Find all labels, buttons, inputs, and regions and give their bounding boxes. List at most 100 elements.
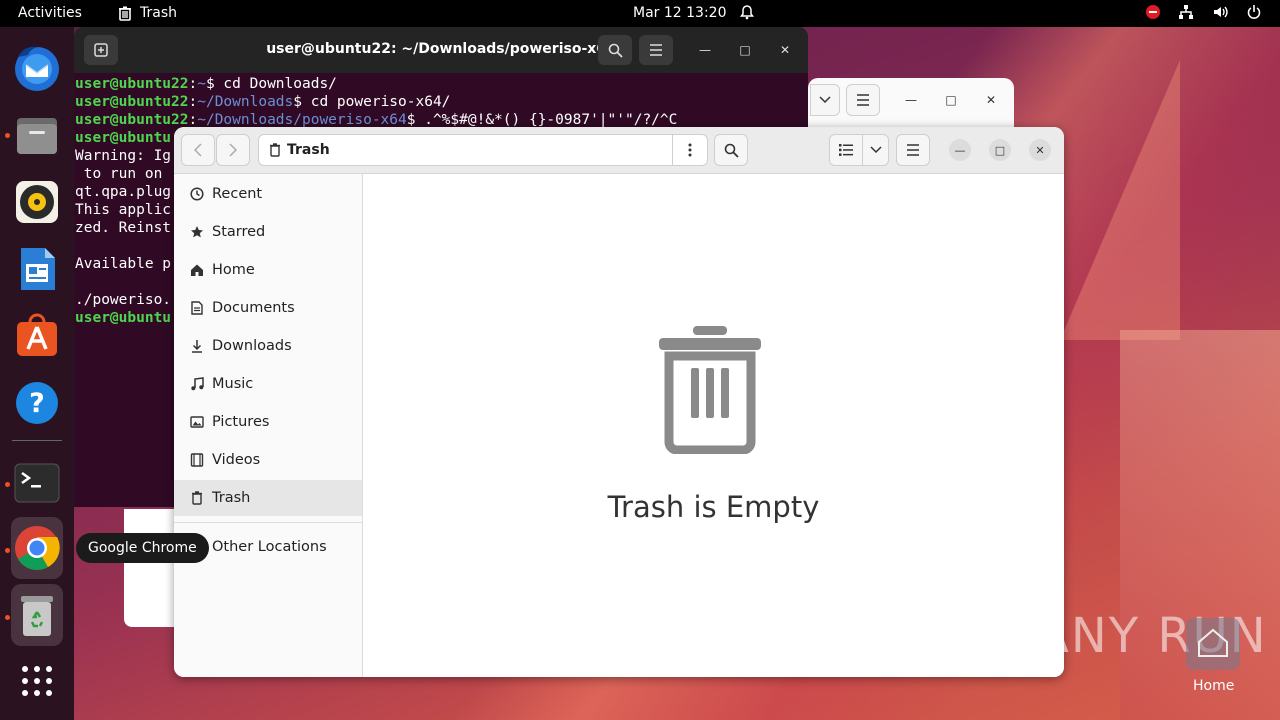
maximize-button[interactable]: □: [734, 39, 756, 61]
app-center-icon: [17, 313, 57, 356]
dock-help[interactable]: ?: [11, 377, 63, 429]
dock-files[interactable]: [11, 109, 63, 161]
minimize-icon: —: [905, 93, 917, 107]
close-icon: ✕: [779, 43, 791, 57]
files-window[interactable]: Trash — □ ✕ Recent Starred Home Document…: [174, 127, 1064, 677]
command-text: $ cd poweriso-x64/: [293, 94, 451, 110]
sidebar-item-starred[interactable]: Starred: [174, 214, 362, 250]
terminal-line: user@ubuntu22:~/Downloads$ cd poweriso-x…: [75, 94, 451, 110]
chevron-down-icon: [869, 146, 882, 154]
running-indicator: [5, 615, 10, 620]
terminal-line: user@ubuntu22:~$ cd Downloads/: [75, 76, 337, 92]
activities-button[interactable]: Activities: [18, 5, 82, 21]
search-icon: [608, 43, 623, 58]
minimize-button[interactable]: —: [900, 89, 922, 111]
running-indicator: [5, 133, 10, 138]
view-options-button[interactable]: [862, 134, 889, 166]
show-apps-button[interactable]: [11, 655, 63, 707]
chevron-left-icon: [194, 143, 202, 157]
prompt-user: user@ubuntu22: [75, 94, 189, 110]
minimize-button[interactable]: —: [694, 39, 716, 61]
file-view[interactable]: Trash is Empty: [363, 174, 1064, 677]
search-button[interactable]: [598, 35, 632, 65]
places-sidebar: Recent Starred Home Documents Downloads …: [174, 174, 363, 677]
path-crumb[interactable]: Trash: [259, 142, 672, 158]
sidebar-item-pictures[interactable]: Pictures: [174, 404, 362, 440]
list-view-button[interactable]: [829, 134, 863, 166]
close-button[interactable]: ✕: [980, 89, 1002, 111]
sidebar-item-music[interactable]: Music: [174, 366, 362, 402]
sidebar-item-label: Home: [212, 262, 255, 278]
svg-text:?: ?: [29, 388, 45, 419]
sidebar-item-recent[interactable]: Recent: [174, 176, 362, 212]
app-name: Trash: [140, 5, 177, 21]
prompt-user: user@ubuntu: [75, 130, 172, 146]
path-bar[interactable]: Trash: [258, 134, 708, 166]
rhythmbox-icon: [16, 181, 58, 223]
prompt-user: user@ubuntu22: [75, 76, 189, 92]
maximize-button[interactable]: □: [989, 139, 1011, 161]
music-icon: [191, 377, 204, 391]
sidebar-item-downloads[interactable]: Downloads: [174, 328, 362, 364]
sidebar-item-label: Music: [212, 376, 254, 392]
command-text: $ cd Downloads/: [205, 76, 337, 92]
dock-rhythmbox[interactable]: [11, 176, 63, 228]
close-icon: ✕: [1035, 143, 1045, 157]
sidebar-item-home[interactable]: Home: [174, 252, 362, 288]
dock-app-center[interactable]: [11, 310, 63, 362]
bell-icon[interactable]: [739, 4, 755, 24]
list-view-icon: [839, 144, 853, 156]
path-menu-button[interactable]: [672, 135, 707, 165]
sidebar-item-documents[interactable]: Documents: [174, 290, 362, 326]
menu-button[interactable]: [846, 84, 880, 116]
dock-libreoffice-writer[interactable]: [11, 243, 63, 295]
view-options-button[interactable]: [810, 84, 840, 116]
sidebar-item-label: Pictures: [212, 414, 270, 430]
libreoffice-writer-icon: [21, 248, 55, 290]
desktop-home-icon[interactable]: [1186, 618, 1240, 670]
video-icon: [190, 453, 204, 467]
sidebar-item-label: Recent: [212, 186, 263, 202]
minimize-button[interactable]: —: [949, 139, 971, 161]
command-text: $ .^%$#@!&*() {}-0987'|"'"/?/^C: [406, 112, 678, 128]
main-menu-button[interactable]: [896, 134, 930, 166]
trash-icon: [192, 491, 202, 505]
search-button[interactable]: [714, 134, 748, 166]
sidebar-item-label: Documents: [212, 300, 295, 316]
terminal-headerbar[interactable]: user@ubuntu22: ~/Downloads/poweriso-x64 …: [74, 27, 808, 73]
maximize-icon: □: [945, 93, 957, 107]
trash-empty-icon: [659, 326, 761, 454]
dock-chrome[interactable]: [11, 517, 63, 579]
star-icon: [191, 226, 203, 238]
hamburger-icon: [857, 94, 869, 106]
vertical-dots-icon: [688, 143, 692, 157]
menu-button[interactable]: [639, 35, 673, 65]
back-button[interactable]: [181, 134, 215, 166]
background-window[interactable]: — □ ✕: [808, 78, 1014, 128]
dock-terminal[interactable]: [11, 457, 63, 509]
dock-trash[interactable]: [11, 584, 63, 646]
forward-button[interactable]: [216, 134, 250, 166]
system-tray[interactable]: [1146, 4, 1262, 20]
hamburger-icon: [650, 44, 662, 56]
show-apps-icon: [22, 666, 52, 696]
do-not-disturb-icon: [1146, 5, 1160, 19]
close-button[interactable]: ✕: [1029, 139, 1051, 161]
desktop-home-label[interactable]: Home: [1193, 678, 1234, 694]
close-icon: ✕: [985, 93, 997, 107]
maximize-icon: □: [739, 43, 751, 57]
hamburger-icon: [907, 144, 919, 156]
sidebar-item-label: Trash: [212, 490, 251, 506]
app-menu[interactable]: Trash: [118, 5, 177, 21]
maximize-button[interactable]: □: [940, 89, 962, 111]
close-button[interactable]: ✕: [774, 39, 796, 61]
sidebar-item-videos[interactable]: Videos: [174, 442, 362, 478]
dock: ?: [0, 27, 74, 720]
chevron-down-icon: [819, 96, 831, 104]
clock-icon: [190, 187, 204, 201]
dock-thunderbird[interactable]: [11, 42, 63, 94]
sidebar-item-trash[interactable]: Trash: [174, 480, 362, 516]
clock[interactable]: Mar 12 13:20: [633, 5, 726, 21]
home-folder-icon: [1198, 628, 1228, 657]
files-headerbar[interactable]: Trash — □ ✕: [174, 127, 1064, 174]
